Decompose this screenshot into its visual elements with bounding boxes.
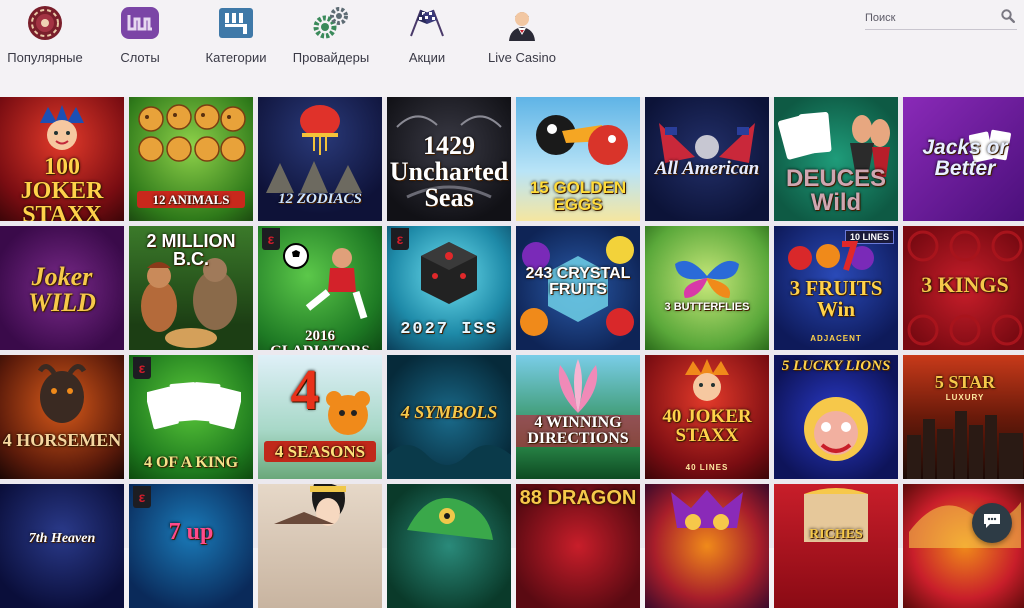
- provider-badge: ε: [133, 357, 151, 379]
- game-tile[interactable]: 4 SYMBOLS: [387, 355, 511, 479]
- game-title: All American: [654, 158, 760, 179]
- provider-badge: ε: [391, 228, 409, 250]
- game-title: 3 BUTTERFLIES: [664, 301, 750, 313]
- game-tile[interactable]: [645, 484, 769, 608]
- search-input[interactable]: [865, 9, 995, 27]
- game-title: 12 ANIMALS: [137, 191, 245, 208]
- game-tile[interactable]: All American: [645, 97, 769, 221]
- game-tile[interactable]: 5 STAR LUXURY: [903, 355, 1024, 479]
- game-title: 12 ZODIACS: [278, 191, 362, 207]
- game-tile[interactable]: 1429 Uncharted Seas: [387, 97, 511, 221]
- game-title: 7 up: [168, 519, 214, 545]
- search-icon[interactable]: [1001, 9, 1015, 23]
- search-box: [865, 6, 1017, 30]
- game-title-number: 4: [290, 357, 320, 422]
- game-title: RICHES: [809, 527, 863, 542]
- game-tile[interactable]: 4 4 SEASONS: [258, 355, 382, 479]
- providers-gears-icon: [311, 4, 351, 42]
- game-title: 2027 ISS: [400, 320, 498, 339]
- game-tile[interactable]: 243 CRYSTAL FRUITS: [516, 226, 640, 350]
- nav-item-slots[interactable]: Слоты: [110, 4, 170, 68]
- nav-label: Категории: [205, 50, 267, 65]
- game-title: 4 WINNING DIRECTIONS: [516, 415, 640, 447]
- game-tile[interactable]: 5 LUCKY LIONS: [774, 355, 898, 479]
- game-title: 3 KINGS: [921, 272, 1009, 297]
- game-title: 4 HORSEMEN: [2, 430, 122, 450]
- game-title: 243 CRYSTAL FRUITS: [525, 265, 631, 298]
- game-title: 4 SYMBOLS: [400, 402, 498, 422]
- game-title: 3 FRUITS Win: [789, 276, 883, 321]
- game-tile[interactable]: 7th Heaven: [0, 484, 124, 608]
- game-tile[interactable]: 10 LINES 3 FRUITS Win ADJACENT: [774, 226, 898, 350]
- game-tile[interactable]: [903, 484, 1024, 608]
- game-title: 4 OF A KING: [143, 454, 239, 471]
- game-tile[interactable]: DEUCES Wild: [774, 97, 898, 221]
- game-title: 4 SEASONS: [264, 441, 376, 462]
- nav-item-popular[interactable]: Популярные: [5, 4, 85, 68]
- game-subtitle: ADJACENT: [810, 334, 862, 343]
- game-title: 40 JOKER STAXX: [662, 406, 752, 446]
- game-title: 5 LUCKY LIONS: [781, 358, 891, 374]
- nav-label: Live Casino: [488, 50, 556, 65]
- game-tile[interactable]: 4 HORSEMEN: [0, 355, 124, 479]
- game-subtitle: LUXURY: [945, 393, 985, 402]
- game-title: 1429 Uncharted Seas: [389, 131, 509, 212]
- game-tile[interactable]: 2 MILLION B.C.: [129, 226, 253, 350]
- games-grid: 100 JOKER STAXX 12 ANIMALS 12 ZODIACS 14…: [0, 97, 1024, 608]
- live-dealer-icon: [502, 4, 542, 42]
- game-tile[interactable]: 12 ANIMALS: [129, 97, 253, 221]
- chat-button[interactable]: [972, 503, 1012, 543]
- nav-item-promotions[interactable]: Акции: [398, 4, 456, 68]
- game-title: 2016 GLADIATORS: [270, 328, 369, 351]
- game-title: 7th Heaven: [28, 531, 96, 546]
- promotions-flags-icon: [407, 4, 447, 42]
- nav-label: Провайдеры: [292, 50, 370, 65]
- game-tile[interactable]: ε 2016 GLADIATORS: [258, 226, 382, 350]
- game-tile[interactable]: 40 JOKER STAXX 40 LINES: [645, 355, 769, 479]
- nav-item-providers[interactable]: Провайдеры: [290, 4, 372, 68]
- game-tile[interactable]: [258, 484, 382, 608]
- game-title: 2 MILLION B.C.: [146, 231, 236, 269]
- game-title: DEUCES Wild: [785, 165, 887, 216]
- game-tile[interactable]: ε 2027 ISS: [387, 226, 511, 350]
- game-tile[interactable]: [387, 484, 511, 608]
- game-tile[interactable]: Jacks or Better: [903, 97, 1024, 221]
- game-title: Jacks or Better: [922, 136, 1008, 180]
- game-tile[interactable]: 12 ZODIACS: [258, 97, 382, 221]
- game-subtitle: 40 LINES: [685, 463, 729, 472]
- popular-chip-icon: [25, 4, 65, 42]
- nav-item-categories[interactable]: Категории: [196, 4, 276, 68]
- categories-gear-icon: [216, 4, 256, 42]
- game-tile[interactable]: 100 JOKER STAXX: [0, 97, 124, 221]
- game-title: 15 GOLDEN EGGS: [529, 178, 627, 214]
- game-title: 5 STAR: [934, 372, 996, 392]
- nav-label: Слоты: [120, 50, 160, 65]
- slots-icon: [120, 4, 160, 42]
- nav-label: Акции: [408, 50, 446, 65]
- nav-label: Популярные: [7, 50, 83, 65]
- provider-badge: ε: [133, 486, 151, 508]
- game-tile[interactable]: RICHES: [774, 484, 898, 608]
- game-tile[interactable]: ε 4 OF A KING: [129, 355, 253, 479]
- game-tile[interactable]: Joker WILD: [0, 226, 124, 350]
- chat-bubble-icon: [982, 512, 1002, 535]
- game-tile[interactable]: 4 WINNING DIRECTIONS: [516, 355, 640, 479]
- top-navigation-bar: Популярные Слоты Категории Провайдеры Ак…: [0, 0, 1024, 97]
- nav-item-live-casino[interactable]: Live Casino: [487, 4, 557, 68]
- game-tile[interactable]: ε 7 up: [129, 484, 253, 608]
- game-title: 88 DRAGON: [519, 487, 637, 509]
- game-title: 100 JOKER STAXX: [20, 154, 104, 221]
- game-tile[interactable]: 3 BUTTERFLIES: [645, 226, 769, 350]
- game-tile[interactable]: 15 GOLDEN EGGS: [516, 97, 640, 221]
- game-title: Joker WILD: [28, 262, 96, 317]
- game-tile[interactable]: 3 KINGS: [903, 226, 1024, 350]
- game-tile[interactable]: 88 DRAGON: [516, 484, 640, 608]
